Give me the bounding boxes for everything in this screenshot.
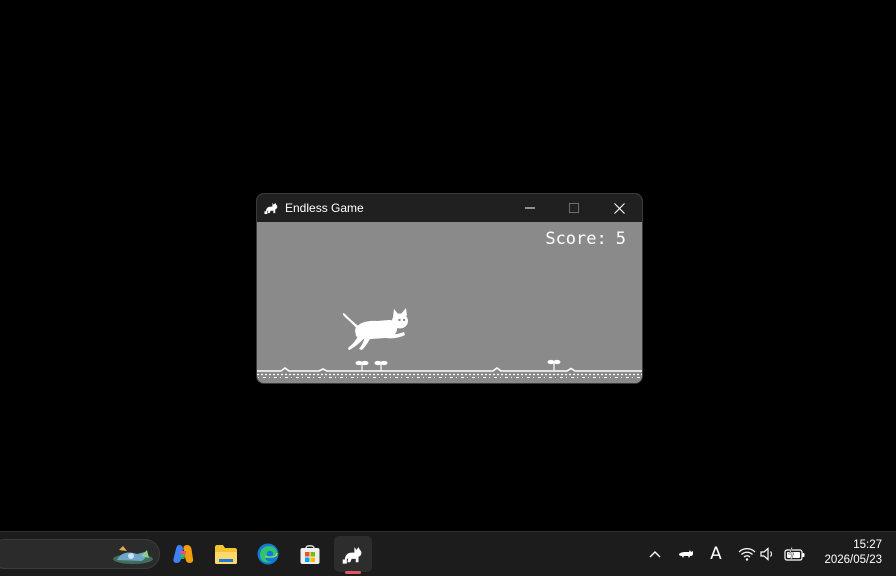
game-canvas[interactable]: Score: 5	[257, 222, 642, 383]
edge-icon	[257, 543, 279, 565]
tray-game-button[interactable]	[676, 542, 696, 566]
game-window[interactable]: Endless Game Score: 5	[257, 194, 642, 383]
title-bar[interactable]: Endless Game	[257, 194, 642, 222]
sprout-icon	[547, 359, 561, 370]
taskbar-edge-button[interactable]	[249, 536, 287, 572]
battery-button[interactable]	[783, 542, 807, 566]
chevron-up-icon	[649, 551, 661, 558]
battery-icon	[784, 547, 805, 561]
maximize-icon	[569, 203, 579, 213]
clock-time: 15:27	[853, 539, 882, 551]
taskbar-endless-game-button[interactable]	[334, 536, 372, 572]
taskbar-store-button[interactable]	[291, 536, 329, 572]
active-app-indicator	[345, 571, 361, 574]
copilot-icon	[173, 545, 194, 563]
taskbar-file-explorer-button[interactable]	[207, 536, 245, 572]
minimize-button[interactable]	[508, 194, 552, 222]
network-button[interactable]	[737, 542, 757, 566]
wifi-icon	[738, 547, 756, 561]
ground-terrain	[257, 359, 642, 378]
ime-mode-label: A	[710, 544, 722, 564]
cat-tray-icon	[679, 550, 693, 558]
taskbar-copilot-button[interactable]	[164, 536, 202, 572]
clock-date: 2026/05/23	[824, 554, 882, 566]
close-icon	[613, 202, 625, 214]
score-value: 5	[615, 229, 626, 249]
sprout-icon	[374, 360, 388, 371]
maximize-button[interactable]	[552, 194, 596, 222]
volume-button[interactable]	[759, 542, 777, 566]
store-icon	[300, 545, 320, 564]
cat-game-icon	[342, 547, 362, 564]
cat-app-icon	[264, 202, 278, 215]
close-button[interactable]	[597, 194, 641, 222]
score-display: Score: 5	[545, 229, 626, 249]
sprout-icon	[355, 360, 369, 371]
cat-player-sprite	[342, 308, 408, 350]
window-title: Endless Game	[285, 201, 364, 215]
score-label: Score:	[545, 229, 607, 249]
system-clock[interactable]: 15:27 2026/05/23	[812, 538, 882, 568]
folder-icon	[215, 545, 237, 564]
input-method-indicator[interactable]: A	[705, 542, 727, 566]
search-highlight-icon	[113, 546, 153, 564]
taskbar: A 15:27 2026/05/23	[0, 531, 896, 576]
show-hidden-icons-button[interactable]	[645, 542, 665, 566]
minimize-icon	[525, 207, 535, 209]
volume-icon	[760, 547, 773, 561]
taskbar-search-box[interactable]	[0, 539, 160, 569]
